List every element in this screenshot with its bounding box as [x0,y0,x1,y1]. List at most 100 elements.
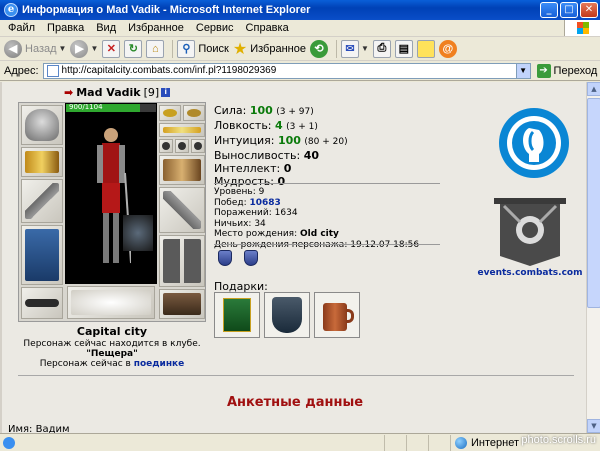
gift-mug[interactable] [314,292,360,338]
vertical-scrollbar[interactable]: ▲ ▼ [586,82,600,433]
ring-slot-2[interactable] [175,139,189,153]
boots-slot[interactable] [159,289,205,319]
offhand-slot[interactable] [159,187,205,233]
shield-badge-icon[interactable] [244,250,258,266]
helmet-icon [25,109,59,141]
scroll-down-button[interactable]: ▼ [587,419,600,433]
divider [18,375,574,376]
necklace-slot[interactable] [159,123,205,137]
search-label: Поиск [198,42,229,55]
badges [218,250,258,266]
menu-tools[interactable]: Сервис [190,22,240,34]
search-button[interactable]: ⚲ Поиск [177,39,229,58]
events-banner-icon[interactable] [490,192,570,272]
print-button[interactable]: ⎙ [372,39,391,58]
chevron-down-icon[interactable]: ▼ [361,44,369,53]
weapon-slot[interactable] [21,179,63,223]
events-link[interactable]: events.combats.com [472,268,586,278]
page-status-icon [3,436,15,449]
greaves-icon [163,239,201,283]
hp-text: 900/1104 [69,103,103,111]
scroll-up-button[interactable]: ▲ [587,82,600,96]
edit-button[interactable]: ▤ [394,39,413,58]
messenger-button[interactable]: @ [438,39,457,58]
gloves-slot[interactable] [159,155,205,185]
stat-value: 100 [277,134,301,147]
gifts-list [214,292,360,338]
minimize-button[interactable]: _ [540,2,558,18]
legs-slot[interactable] [159,235,205,287]
home-button[interactable]: ⌂ [146,39,165,58]
details-block: Уровень: 9 Побед: 10683 Поражений: 1634 … [214,187,419,250]
favorites-button[interactable]: ★ Избранное [233,39,306,59]
back-button[interactable]: ◀ Назад ▼ [4,39,67,58]
forward-button[interactable]: ▶ ▼ [70,39,98,58]
mail-icon: ✉ [340,39,359,58]
character-name: Mad Vadik [76,86,141,99]
menu-favorites[interactable]: Избранное [122,22,190,34]
history-button[interactable]: ⟲ [309,39,328,58]
detail-label: Побед: [214,197,247,208]
character-avatar [65,103,157,284]
stat-value: 100 [249,104,273,117]
chevron-down-icon[interactable]: ▼ [90,44,98,53]
stop-button[interactable]: ✕ [102,39,121,58]
address-dropdown[interactable]: ▼ [515,63,530,78]
earring-slot[interactable] [159,105,181,121]
stat-extra: (3 + 1) [286,122,318,132]
amulet-slot[interactable] [183,105,205,121]
back-arrow-icon: ◀ [4,39,22,58]
armor-slot[interactable] [21,225,63,285]
detail-value: 34 [254,218,266,229]
address-bar: Адрес: http://capitalcity.combats.com/in… [0,61,600,81]
ring-icon [162,142,170,150]
window-title: Информация о Mad Vadik - Microsoft Inter… [22,4,311,16]
globe-icon [455,436,467,449]
menu-help[interactable]: Справка [240,22,295,34]
menu-bar: Файл Правка Вид Избранное Сервис Справка [0,20,600,37]
helmet-slot[interactable] [21,105,63,145]
menu-edit[interactable]: Правка [41,22,90,34]
address-url[interactable]: http://capitalcity.combats.com/inf.pl?11… [62,65,516,76]
private-message-icon[interactable]: ➡ [64,86,73,99]
info-icon[interactable]: i [161,88,171,97]
menu-view[interactable]: Вид [90,22,122,34]
chevron-down-icon[interactable]: ▼ [59,44,67,53]
bracers-slot[interactable] [21,147,63,177]
maximize-button[interactable]: □ [560,2,578,18]
stat-intellect: Интеллект: 0 [214,162,348,175]
ring-slot-3[interactable] [191,139,205,153]
stat-value: 0 [283,162,292,175]
emblem-icon [71,290,151,315]
discuss-button[interactable] [416,39,435,58]
detail-value: 10683 [249,197,281,208]
ring-slot-1[interactable] [159,139,173,153]
stat-label: Интуиция: [214,134,275,147]
menu-file[interactable]: Файл [0,22,41,34]
shield-badge-icon[interactable] [218,250,232,266]
address-input[interactable]: http://capitalcity.combats.com/inf.pl?11… [42,62,531,79]
go-arrow-icon: ➔ [536,63,551,78]
status-bar: Интернет [0,433,600,451]
close-button[interactable]: ✕ [580,2,598,18]
toolbar-separator [335,39,337,58]
refresh-button[interactable]: ↻ [124,39,143,58]
gift-book[interactable] [214,292,260,338]
necklace-icon [163,127,201,133]
go-button[interactable]: ➔ Переход [536,63,598,78]
scroll-thumb[interactable] [587,98,600,308]
go-label: Переход [553,64,598,77]
boots-icon [163,293,201,315]
clan-logo-icon[interactable] [499,108,569,178]
gift-shield[interactable] [264,292,310,338]
pet-icon[interactable] [123,215,153,251]
runes-slot[interactable] [67,286,155,319]
bracers-icon [25,151,59,173]
mail-button[interactable]: ✉ ▼ [340,39,369,58]
stat-value: 40 [303,149,320,162]
book-icon [223,298,251,332]
fight-link[interactable]: поединке [134,359,185,369]
search-icon: ⚲ [177,39,196,58]
belt-slot[interactable] [21,287,63,319]
stat-strength: Сила: 100 (3 + 97) [214,104,348,119]
